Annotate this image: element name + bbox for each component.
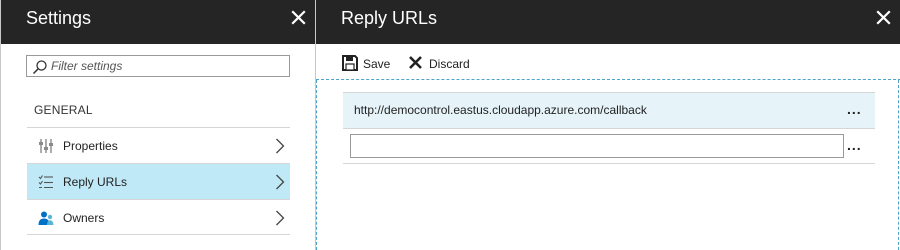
more-options-button[interactable]: ...	[847, 102, 865, 121]
list-check-icon	[38, 174, 54, 190]
discard-label: Discard	[429, 57, 470, 71]
chevron-right-icon	[275, 210, 285, 226]
menu-item-label: Owners	[63, 211, 105, 225]
chevron-right-icon	[275, 138, 285, 154]
save-label: Save	[363, 57, 391, 71]
filter-settings-box[interactable]	[26, 55, 290, 77]
settings-blade: Settings GENERAL Properties	[0, 0, 315, 250]
settings-menu: Properties Reply URLs Owners	[27, 127, 290, 235]
settings-header: Settings	[1, 0, 315, 44]
reply-url-row[interactable]: http://democontrol.eastus.cloudapp.azure…	[343, 92, 875, 128]
reply-urls-close-button[interactable]	[874, 8, 894, 28]
menu-item-label: Reply URLs	[63, 175, 128, 189]
discard-button[interactable]: Discard	[408, 55, 472, 73]
filter-settings-input[interactable]	[51, 57, 287, 75]
close-icon	[289, 8, 309, 28]
properties-icon	[38, 138, 54, 154]
menu-item-reply-urls[interactable]: Reply URLs	[27, 163, 290, 199]
search-icon	[32, 59, 48, 75]
save-button[interactable]: Save	[342, 55, 390, 73]
reply-url-value: http://democontrol.eastus.cloudapp.azure…	[354, 103, 647, 117]
reply-urls-content: http://democontrol.eastus.cloudapp.azure…	[316, 80, 899, 250]
reply-urls-header: Reply URLs	[316, 0, 900, 44]
menu-item-owners[interactable]: Owners	[27, 199, 290, 235]
menu-item-properties[interactable]: Properties	[27, 127, 290, 163]
owners-icon	[38, 210, 54, 226]
reply-urls-blade: Reply URLs Save Discard http://democontr…	[315, 0, 900, 250]
close-icon	[874, 8, 894, 28]
section-label-general: GENERAL	[34, 103, 93, 117]
menu-item-label: Properties	[63, 139, 118, 153]
reply-urls-title: Reply URLs	[341, 8, 438, 28]
settings-close-button[interactable]	[289, 8, 309, 28]
command-bar: Save Discard	[316, 44, 900, 80]
more-options-button[interactable]: ...	[847, 138, 865, 157]
settings-title: Settings	[26, 8, 92, 28]
new-reply-url-input[interactable]	[350, 134, 844, 158]
new-reply-url-row: ...	[343, 128, 875, 164]
chevron-right-icon	[275, 174, 285, 190]
